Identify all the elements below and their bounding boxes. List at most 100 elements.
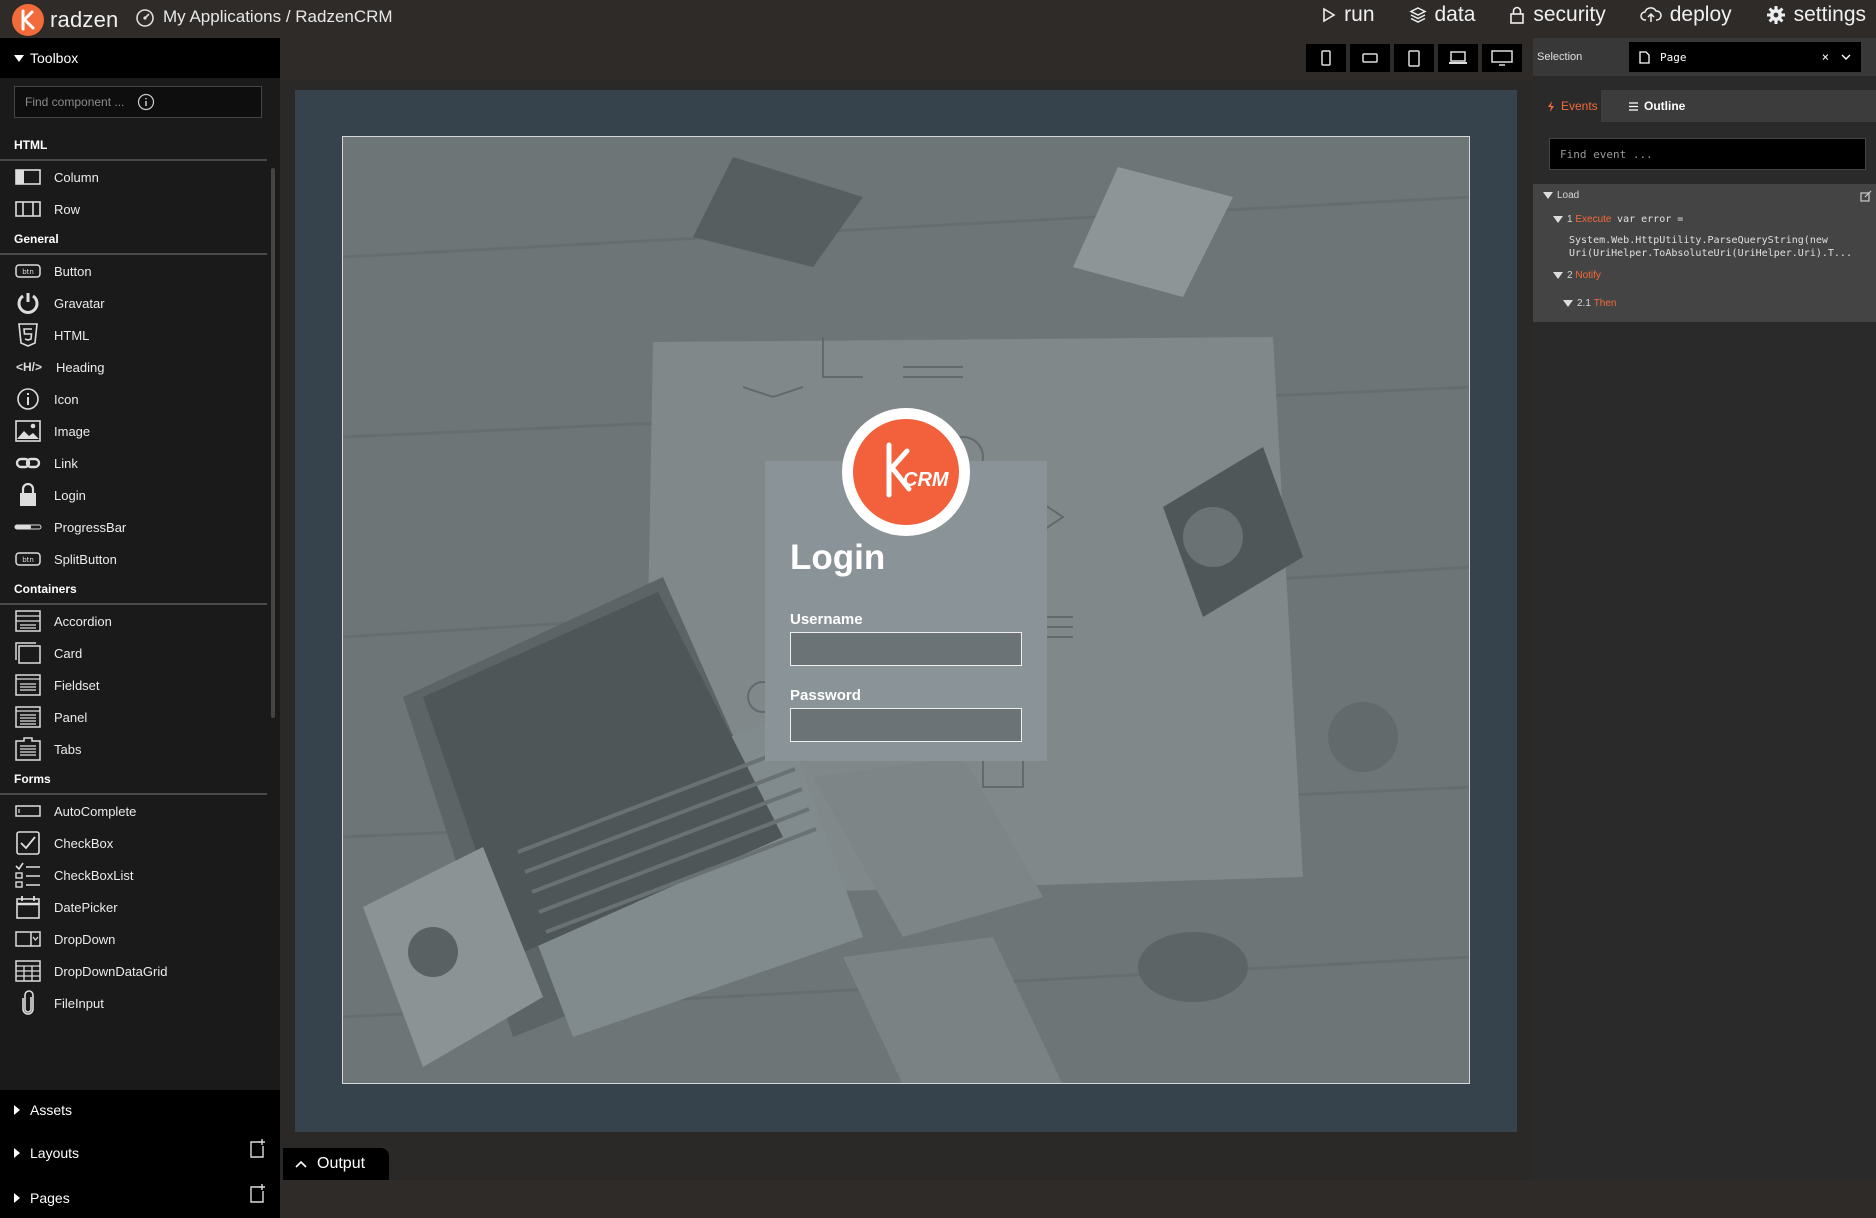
component-label: Fieldset — [54, 677, 100, 693]
component-heading[interactable]: <H/> Heading — [0, 351, 270, 383]
deploy-button[interactable]: deploy — [1639, 3, 1732, 27]
autocomplete-icon — [14, 799, 42, 823]
step-action: Then — [1593, 298, 1617, 309]
assets-section[interactable]: Assets — [14, 1102, 72, 1118]
event-load[interactable]: Load — [1543, 190, 1579, 201]
device-tablet-button[interactable] — [1394, 44, 1434, 72]
radzen-logo[interactable]: radzen — [12, 4, 118, 36]
login-heading[interactable]: Login — [790, 538, 885, 578]
component-dropdowndatagrid[interactable]: DropDownDataGrid — [0, 955, 270, 987]
component-label: ProgressBar — [54, 519, 127, 535]
password-input[interactable] — [790, 708, 1022, 742]
component-label: Card — [54, 645, 83, 661]
component-autocomplete[interactable]: AutoComplete — [0, 795, 270, 827]
component-checkboxlist[interactable]: CheckBoxList — [0, 859, 270, 891]
row-icon — [14, 197, 42, 221]
add-page-icon[interactable] — [248, 1183, 266, 1203]
component-image[interactable]: Image — [0, 415, 270, 447]
html5-icon — [14, 323, 42, 347]
run-button[interactable]: run — [1322, 3, 1375, 27]
component-fieldset[interactable]: Fieldset — [0, 669, 270, 701]
collapse-icon — [1563, 300, 1573, 307]
step-number: 2 — [1567, 270, 1573, 281]
checkboxlist-icon — [14, 862, 42, 888]
step-2-notify[interactable]: 2 Notify — [1553, 270, 1601, 281]
panel-icon — [14, 705, 42, 729]
component-progressbar[interactable]: ProgressBar — [0, 511, 270, 543]
component-tabs[interactable]: Tabs — [0, 733, 270, 765]
pages-section[interactable]: Pages — [14, 1190, 70, 1206]
info-icon — [14, 387, 42, 411]
find-event-input[interactable] — [1549, 138, 1866, 170]
tab-outline[interactable]: Outline — [1615, 90, 1699, 122]
component-label: FileInput — [54, 995, 104, 1011]
step-1-execute[interactable]: 1 Execute var error = — [1553, 214, 1683, 225]
component-icon[interactable]: Icon — [0, 383, 270, 415]
component-card[interactable]: Card — [0, 637, 270, 669]
add-layout-icon[interactable] — [248, 1138, 266, 1158]
heading-icon: <H/> — [15, 360, 42, 374]
chevron-down-icon[interactable] — [1841, 54, 1851, 60]
step-2-1-then[interactable]: 2.1 Then — [1563, 298, 1616, 309]
find-component-box[interactable] — [14, 86, 262, 118]
component-dropdown[interactable]: DropDown — [0, 923, 270, 955]
clear-icon[interactable]: × — [1822, 50, 1829, 64]
step-number: 2.1 — [1577, 298, 1591, 309]
chevron-up-icon — [295, 1160, 307, 1168]
selection-label: Selection — [1537, 51, 1583, 63]
component-link[interactable]: Link — [0, 447, 270, 479]
tab-events[interactable]: Events — [1533, 90, 1601, 122]
device-phone-portrait-button[interactable] — [1306, 44, 1346, 72]
component-html[interactable]: HTML — [0, 319, 270, 351]
settings-button[interactable]: settings — [1766, 3, 1866, 27]
device-desktop-button[interactable] — [1482, 44, 1522, 72]
layouts-section[interactable]: Layouts — [14, 1145, 79, 1161]
dropdown-icon — [14, 927, 42, 951]
play-icon — [1322, 7, 1336, 23]
find-component-input[interactable] — [25, 95, 125, 109]
output-label: Output — [317, 1155, 366, 1172]
list-icon — [1629, 101, 1638, 111]
crm-logo: CRM — [842, 408, 970, 536]
component-row[interactable]: Row — [0, 193, 270, 225]
security-button[interactable]: security — [1509, 3, 1606, 27]
cloud-upload-icon — [1639, 6, 1662, 24]
component-column[interactable]: Column — [0, 161, 270, 193]
info-icon[interactable] — [137, 93, 155, 111]
lock-icon — [1509, 6, 1525, 25]
component-label: Login — [54, 487, 86, 503]
deploy-label: deploy — [1669, 3, 1732, 26]
component-fileinput[interactable]: FileInput — [0, 987, 270, 1019]
component-panel[interactable]: Panel — [0, 701, 270, 733]
username-input[interactable] — [790, 632, 1022, 666]
username-label: Username — [790, 611, 863, 628]
component-login[interactable]: Login — [0, 479, 270, 511]
image-icon — [14, 419, 42, 443]
column-icon — [14, 165, 42, 189]
settings-label: settings — [1793, 3, 1866, 26]
login-page-canvas[interactable]: $ — [342, 136, 1470, 1084]
component-button[interactable]: btn Button — [0, 255, 270, 287]
selection-dropdown[interactable]: Page × — [1629, 42, 1861, 72]
toolbox-header[interactable]: Toolbox — [0, 38, 280, 78]
component-splitbutton[interactable]: btn SplitButton — [0, 543, 270, 575]
toolbox-scrollbar[interactable] — [271, 168, 275, 718]
component-gravatar[interactable]: Gravatar — [0, 287, 270, 319]
device-phone-landscape-button[interactable] — [1350, 44, 1390, 72]
component-datepicker[interactable]: DatePicker — [0, 891, 270, 923]
component-label: Accordion — [54, 613, 112, 629]
breadcrumb[interactable]: My Applications / RadzenCRM — [135, 7, 393, 27]
component-label: AutoComplete — [54, 803, 137, 819]
data-label: data — [1434, 3, 1476, 26]
component-label: Icon — [54, 391, 79, 407]
component-checkbox[interactable]: CheckBox — [0, 827, 270, 859]
component-accordion[interactable]: Accordion — [0, 605, 270, 637]
edit-event-icon[interactable] — [1860, 190, 1872, 202]
phone-landscape-icon — [1362, 53, 1378, 63]
component-label: DatePicker — [54, 899, 118, 915]
output-tab[interactable]: Output — [283, 1148, 389, 1180]
security-label: security — [1533, 3, 1606, 26]
data-button[interactable]: data — [1408, 3, 1476, 27]
device-laptop-button[interactable] — [1438, 44, 1478, 72]
button-icon: btn — [14, 259, 42, 283]
